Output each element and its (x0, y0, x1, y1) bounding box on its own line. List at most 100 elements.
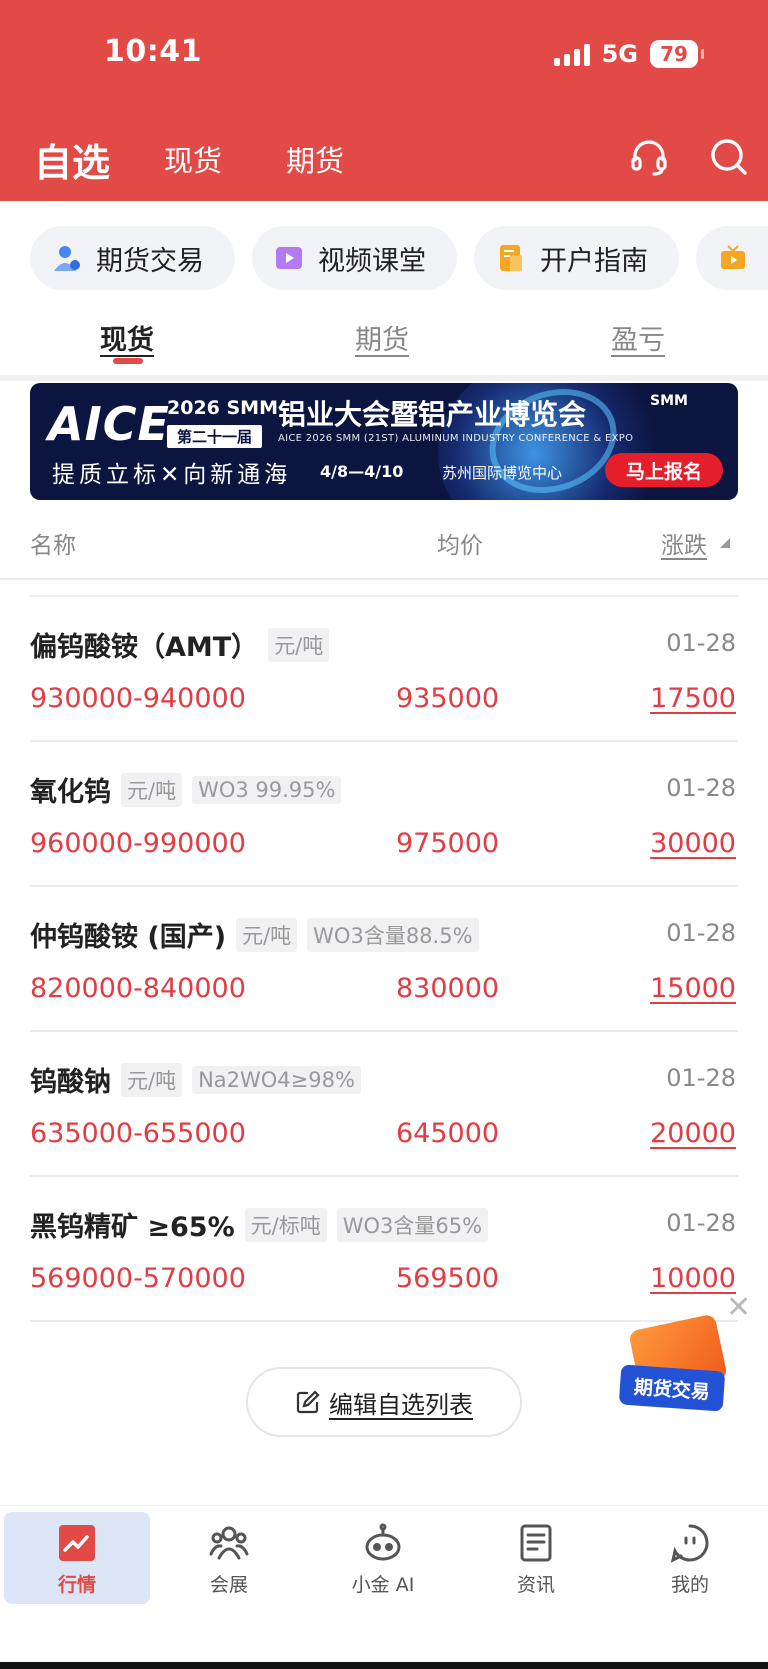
price-range: 635000-655000 (30, 1118, 246, 1149)
average-price: 645000 (396, 1118, 500, 1149)
nav-tab-futures[interactable]: 期货 (286, 138, 344, 180)
table-header: 名称 均价 涨跌 (0, 520, 768, 580)
bottom-tab-bar: 行情 会展 小金 AI 资讯 我的 (0, 1505, 768, 1609)
table-row[interactable]: 偏钨酸铵（AMT） 元/吨 01-28 930000-940000 935000… (0, 597, 768, 742)
price-date: 01-28 (666, 1209, 736, 1237)
signal-icon (553, 42, 590, 66)
unit-tag: 元/吨 (268, 627, 330, 662)
banner-brand: SMM (650, 393, 688, 409)
table-row[interactable]: 氧化钨 元/吨 WO3 99.95% 01-28 960000-990000 9… (0, 742, 768, 887)
network-type: 5G (601, 40, 638, 68)
user-trade-icon (54, 246, 80, 271)
product-name: 氧化钨 元/吨 WO3 99.95% (30, 770, 342, 809)
average-price: 975000 (396, 828, 500, 859)
battery-icon: 79 (650, 40, 704, 68)
document-icon (500, 245, 522, 271)
shortcut-chips: 期货交易 视频课堂 开户指南 (30, 226, 768, 292)
product-title: 偏钨酸铵（AMT） (30, 632, 259, 663)
chip-label: 开户指南 (540, 245, 648, 277)
tab-futures[interactable]: 期货 (355, 318, 409, 357)
product-title: 钨酸钠 (30, 1067, 111, 1098)
header-avg: 均价 (437, 533, 483, 559)
banner-slogan: 提质立标✕向新通海 (52, 462, 292, 488)
price-change[interactable]: 10000 (650, 1263, 736, 1294)
price-change[interactable]: 15000 (650, 973, 736, 1004)
tab-profile[interactable]: 我的 (617, 1512, 763, 1604)
average-price: 830000 (396, 973, 500, 1004)
price-change[interactable]: 20000 (650, 1118, 736, 1149)
market-chart-icon (59, 1525, 95, 1561)
price-range: 930000-940000 (30, 683, 246, 714)
spec-tag: WO3含量65% (336, 1207, 489, 1242)
product-title: 氧化钨 (30, 777, 111, 808)
people-icon (209, 1526, 249, 1560)
average-price: 935000 (396, 683, 500, 714)
edit-watchlist-label: 编辑自选列表 (329, 1390, 473, 1419)
spec-tag: Na2WO4≥98% (192, 1065, 361, 1094)
tab-ai-assistant[interactable]: 小金 AI (310, 1512, 456, 1604)
tv-icon (721, 245, 745, 269)
chip-video-class[interactable]: 视频课堂 (252, 226, 457, 290)
futures-trading-float-button[interactable]: 期货交易 (618, 1313, 728, 1414)
banner-logo: AICE (48, 397, 170, 451)
chip-futures-trading[interactable]: 期货交易 (30, 226, 235, 290)
status-indicators: 5G 79 (553, 40, 704, 68)
nav-title[interactable]: 自选 (34, 132, 110, 187)
chip-account-guide[interactable]: 开户指南 (474, 226, 679, 290)
edit-watchlist-button[interactable]: 编辑自选列表 (246, 1367, 522, 1437)
banner-register-button[interactable]: 马上报名 (605, 453, 723, 487)
product-name: 钨酸钠 元/吨 Na2WO4≥98% (30, 1060, 361, 1099)
banner-title: 铝业大会暨铝产业博览会 (278, 398, 587, 431)
tab-exhibition[interactable]: 会展 (156, 1512, 302, 1604)
table-row[interactable]: 钨酸钠 元/吨 Na2WO4≥98% 01-28 635000-655000 6… (0, 1032, 768, 1177)
price-list: 偏钨酸铵（AMT） 元/吨 01-28 930000-940000 935000… (0, 597, 768, 1322)
headset-icon[interactable] (628, 136, 670, 178)
conference-banner[interactable]: AICE 2026 SMM 第二十一届 铝业大会暨铝产业博览会 AICE 202… (30, 383, 738, 500)
news-icon (520, 1524, 552, 1562)
product-title: 仲钨酸铵 (国产) (30, 922, 227, 953)
sort-icon[interactable] (720, 538, 730, 548)
table-row[interactable]: 仲钨酸铵 (国产) 元/吨 WO3含量88.5% 01-28 820000-84… (0, 887, 768, 1032)
tab-label: 小金 AI (351, 1574, 415, 1596)
banner-subtitle: AICE 2026 SMM (21ST) ALUMINUM INDUSTRY C… (278, 433, 634, 444)
spec-tag: WO3 99.95% (192, 775, 342, 804)
product-name: 黑钨精矿 ≥65% 元/标吨 WO3含量65% (30, 1205, 489, 1244)
app-header: 10:41 5G 79 自选 现货 期货 (0, 0, 768, 201)
profile-face-icon (670, 1524, 709, 1563)
nav-tab-spot[interactable]: 现货 (164, 138, 222, 180)
banner-session: 第二十一届 (167, 425, 263, 448)
price-date: 01-28 (666, 919, 736, 947)
tab-news[interactable]: 资讯 (463, 1512, 609, 1604)
banner-year: 2026 SMM (167, 397, 278, 419)
float-label: 期货交易 (618, 1364, 726, 1412)
tab-market[interactable]: 行情 (4, 1512, 150, 1604)
unit-tag: 元/吨 (121, 1062, 183, 1097)
unit-tag: 元/标吨 (244, 1207, 327, 1242)
average-price: 569500 (396, 1263, 500, 1294)
price-change[interactable]: 30000 (650, 828, 736, 859)
table-row[interactable]: 黑钨精矿 ≥65% 元/标吨 WO3含量65% 01-28 569000-570… (0, 1177, 768, 1322)
price-date: 01-28 (666, 774, 736, 802)
chip-label: 期货交易 (96, 245, 204, 277)
tab-spot[interactable]: 现货 (100, 318, 154, 357)
price-date: 01-28 (666, 1064, 736, 1092)
close-icon[interactable]: ✕ (726, 1290, 751, 1325)
unit-tag: 元/吨 (236, 917, 298, 952)
banner-date: 4/8—4/10 (320, 462, 404, 481)
product-title: 黑钨精矿 ≥65% (30, 1212, 235, 1243)
tab-label: 行情 (57, 1574, 96, 1596)
top-nav: 自选 现货 期货 (0, 128, 768, 187)
tab-profit-loss[interactable]: 盈亏 (611, 318, 665, 357)
chip-live[interactable] (696, 226, 768, 290)
header-divider (0, 578, 768, 580)
price-range: 820000-840000 (30, 973, 246, 1004)
home-indicator (0, 1662, 768, 1669)
video-icon (276, 247, 302, 269)
search-icon[interactable] (708, 136, 750, 178)
product-name: 偏钨酸铵（AMT） 元/吨 (30, 625, 330, 664)
tab-label: 资讯 (516, 1574, 555, 1596)
price-change[interactable]: 17500 (650, 683, 736, 714)
sub-tabs: 现货 期货 盈亏 (0, 312, 768, 370)
header-change-sort[interactable]: 涨跌 (661, 526, 707, 560)
edit-icon (296, 1390, 320, 1414)
